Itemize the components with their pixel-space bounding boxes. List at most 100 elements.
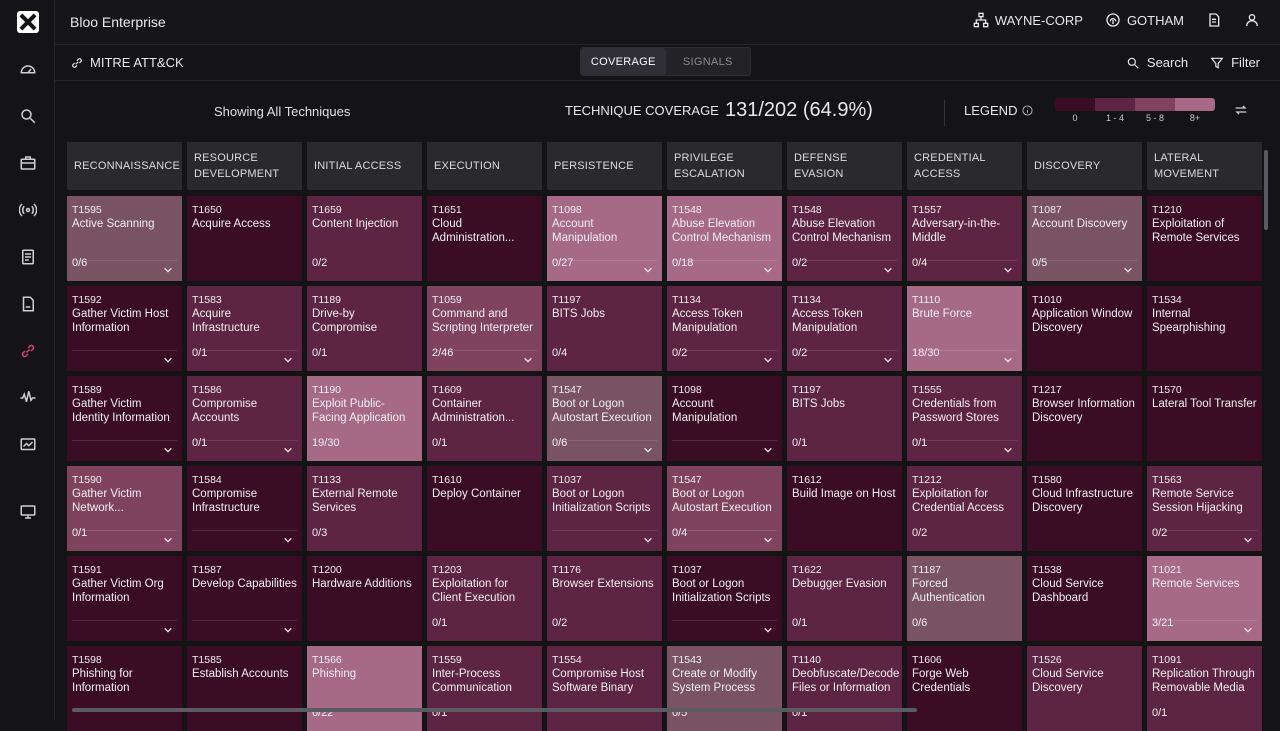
technique-cell[interactable]: T1566 Phishing 6/22 xyxy=(307,646,422,731)
technique-cell[interactable]: T1598 Phishing for Information xyxy=(67,646,182,731)
chevron-down-icon[interactable] xyxy=(1003,445,1013,455)
technique-cell[interactable]: T1538 Cloud Service Dashboard xyxy=(1027,556,1142,641)
technique-cell[interactable]: T1548 Abuse Elevation Control Mechanism 0/… xyxy=(667,196,782,281)
chevron-down-icon[interactable] xyxy=(763,355,773,365)
technique-cell[interactable]: T1210 Exploitation of Remote Services xyxy=(1147,196,1262,281)
technique-cell[interactable]: T1570 Lateral Tool Transfer xyxy=(1147,376,1262,461)
search-button[interactable]: Search xyxy=(1126,55,1188,70)
chevron-down-icon[interactable] xyxy=(523,355,533,365)
technique-cell[interactable]: T1133 External Remote Services 0/3 xyxy=(307,466,422,551)
chevron-down-icon[interactable] xyxy=(763,265,773,275)
chevron-down-icon[interactable] xyxy=(1123,265,1133,275)
technique-cell[interactable]: T1557 Adversary-in-the-Middle 0/4 xyxy=(907,196,1022,281)
filter-button[interactable]: Filter xyxy=(1210,55,1260,70)
broadcast-icon[interactable] xyxy=(16,198,40,222)
technique-cell[interactable]: T1583 Acquire Infrastructure 0/1 xyxy=(187,286,302,371)
technique-cell[interactable]: T1547 Boot or Logon Autostart Execution 0/… xyxy=(547,376,662,461)
technique-cell[interactable]: T1200 Hardware Additions xyxy=(307,556,422,641)
tab-signals[interactable]: SIGNALS xyxy=(666,48,751,75)
technique-cell[interactable]: T1526 Cloud Service Discovery xyxy=(1027,646,1142,731)
technique-cell[interactable]: T1212 Exploitation for Credential Access 0… xyxy=(907,466,1022,551)
technique-cell[interactable]: T1606 Forge Web Credentials xyxy=(907,646,1022,731)
chevron-down-icon[interactable] xyxy=(1003,355,1013,365)
technique-cell[interactable]: T1610 Deploy Container xyxy=(427,466,542,551)
site-selector[interactable]: GOTHAM xyxy=(1105,12,1184,28)
report-icon[interactable] xyxy=(16,292,40,316)
technique-cell[interactable]: T1203 Exploitation for Client Execution 0/… xyxy=(427,556,542,641)
chevron-down-icon[interactable] xyxy=(763,625,773,635)
chevron-down-icon[interactable] xyxy=(283,445,293,455)
chevron-down-icon[interactable] xyxy=(643,265,653,275)
technique-cell[interactable]: T1586 Compromise Accounts 0/1 xyxy=(187,376,302,461)
technique-cell[interactable]: T1010 Application Window Discovery xyxy=(1027,286,1142,371)
technique-cell[interactable]: T1091 Replication Through Removable Media… xyxy=(1147,646,1262,731)
technique-cell[interactable]: T1555 Credentials from Password Stores 0/1 xyxy=(907,376,1022,461)
org-selector[interactable]: WAYNE-CORP xyxy=(973,12,1083,28)
technique-cell[interactable]: T1543 Create or Modify System Process 0/5 xyxy=(667,646,782,731)
refresh-button[interactable] xyxy=(1233,102,1249,123)
technique-cell[interactable]: T1580 Cloud Infrastructure Discovery xyxy=(1027,466,1142,551)
technique-cell[interactable]: T1087 Account Discovery 0/5 xyxy=(1027,196,1142,281)
monitor-icon[interactable] xyxy=(16,500,40,524)
technique-cell[interactable]: T1592 Gather Victim Host Information xyxy=(67,286,182,371)
technique-cell[interactable]: T1547 Boot or Logon Autostart Execution 0/… xyxy=(667,466,782,551)
technique-cell[interactable]: T1591 Gather Victim Org Information xyxy=(67,556,182,641)
technique-cell[interactable]: T1134 Access Token Manipulation 0/2 xyxy=(787,286,902,371)
technique-cell[interactable]: T1609 Container Administration... 0/1 xyxy=(427,376,542,461)
technique-cell[interactable]: T1534 Internal Spearphishing xyxy=(1147,286,1262,371)
technique-cell[interactable]: T1589 Gather Victim Identity Information xyxy=(67,376,182,461)
technique-cell[interactable]: T1189 Drive-by Compromise 0/1 xyxy=(307,286,422,371)
chevron-down-icon[interactable] xyxy=(883,355,893,365)
chevron-down-icon[interactable] xyxy=(1003,265,1013,275)
technique-cell[interactable]: T1612 Build Image on Host xyxy=(787,466,902,551)
chevron-down-icon[interactable] xyxy=(763,445,773,455)
tab-coverage[interactable]: COVERAGE xyxy=(581,48,666,75)
app-logo[interactable] xyxy=(17,11,39,33)
technique-cell[interactable]: T1059 Command and Scripting Interpreter 2/… xyxy=(427,286,542,371)
vertical-scrollbar[interactable] xyxy=(1264,150,1268,230)
technique-cell[interactable]: T1217 Browser Information Discovery xyxy=(1027,376,1142,461)
technique-cell[interactable]: T1590 Gather Victim Network... 0/1 xyxy=(67,466,182,551)
chevron-down-icon[interactable] xyxy=(283,535,293,545)
technique-cell[interactable]: T1659 Content Injection 0/2 xyxy=(307,196,422,281)
technique-cell[interactable]: T1098 Account Manipulation xyxy=(667,376,782,461)
info-icon[interactable] xyxy=(1022,105,1034,116)
technique-cell[interactable]: T1140 Deobfuscate/Decode Files or Informa… xyxy=(787,646,902,731)
user-button[interactable] xyxy=(1244,12,1260,28)
chevron-down-icon[interactable] xyxy=(643,445,653,455)
link-icon[interactable] xyxy=(16,339,40,363)
chevron-down-icon[interactable] xyxy=(643,535,653,545)
page-breadcrumb[interactable]: MITRE ATT&CK xyxy=(70,55,184,70)
chevron-down-icon[interactable] xyxy=(283,355,293,365)
chevron-down-icon[interactable] xyxy=(283,625,293,635)
search-icon[interactable] xyxy=(16,104,40,128)
technique-cell[interactable]: T1554 Compromise Host Software Binary xyxy=(547,646,662,731)
technique-cell[interactable]: T1110 Brute Force 18/30 xyxy=(907,286,1022,371)
technique-cell[interactable]: T1197 BITS Jobs 0/4 xyxy=(547,286,662,371)
chevron-down-icon[interactable] xyxy=(1243,625,1253,635)
briefcase-icon[interactable] xyxy=(16,151,40,175)
chevron-down-icon[interactable] xyxy=(1243,535,1253,545)
technique-cell[interactable]: T1134 Access Token Manipulation 0/2 xyxy=(667,286,782,371)
technique-cell[interactable]: T1037 Boot or Logon Initialization Script… xyxy=(667,556,782,641)
technique-cell[interactable]: T1585 Establish Accounts xyxy=(187,646,302,731)
technique-cell[interactable]: T1098 Account Manipulation 0/27 xyxy=(547,196,662,281)
chevron-down-icon[interactable] xyxy=(883,265,893,275)
reports-button[interactable] xyxy=(1206,12,1222,28)
chevron-down-icon[interactable] xyxy=(763,535,773,545)
technique-cell[interactable]: T1197 BITS Jobs 0/1 xyxy=(787,376,902,461)
technique-cell[interactable]: T1595 Active Scanning 0/6 xyxy=(67,196,182,281)
horizontal-scrollbar[interactable] xyxy=(72,708,917,712)
chevron-down-icon[interactable] xyxy=(163,535,173,545)
technique-cell[interactable]: T1548 Abuse Elevation Control Mechanism 0/… xyxy=(787,196,902,281)
technique-cell[interactable]: T1559 Inter-Process Communication 0/1 xyxy=(427,646,542,731)
technique-cell[interactable]: T1563 Remote Service Session Hijacking 0/2 xyxy=(1147,466,1262,551)
technique-cell[interactable]: T1176 Browser Extensions 0/2 xyxy=(547,556,662,641)
chart-icon[interactable] xyxy=(16,433,40,457)
technique-cell[interactable]: T1622 Debugger Evasion 0/1 xyxy=(787,556,902,641)
technique-cell[interactable]: T1037 Boot or Logon Initialization Script… xyxy=(547,466,662,551)
chevron-down-icon[interactable] xyxy=(163,625,173,635)
technique-cell[interactable]: T1187 Forced Authentication 0/6 xyxy=(907,556,1022,641)
dashboard-icon[interactable] xyxy=(16,57,40,81)
technique-cell[interactable]: T1584 Compromise Infrastructure xyxy=(187,466,302,551)
